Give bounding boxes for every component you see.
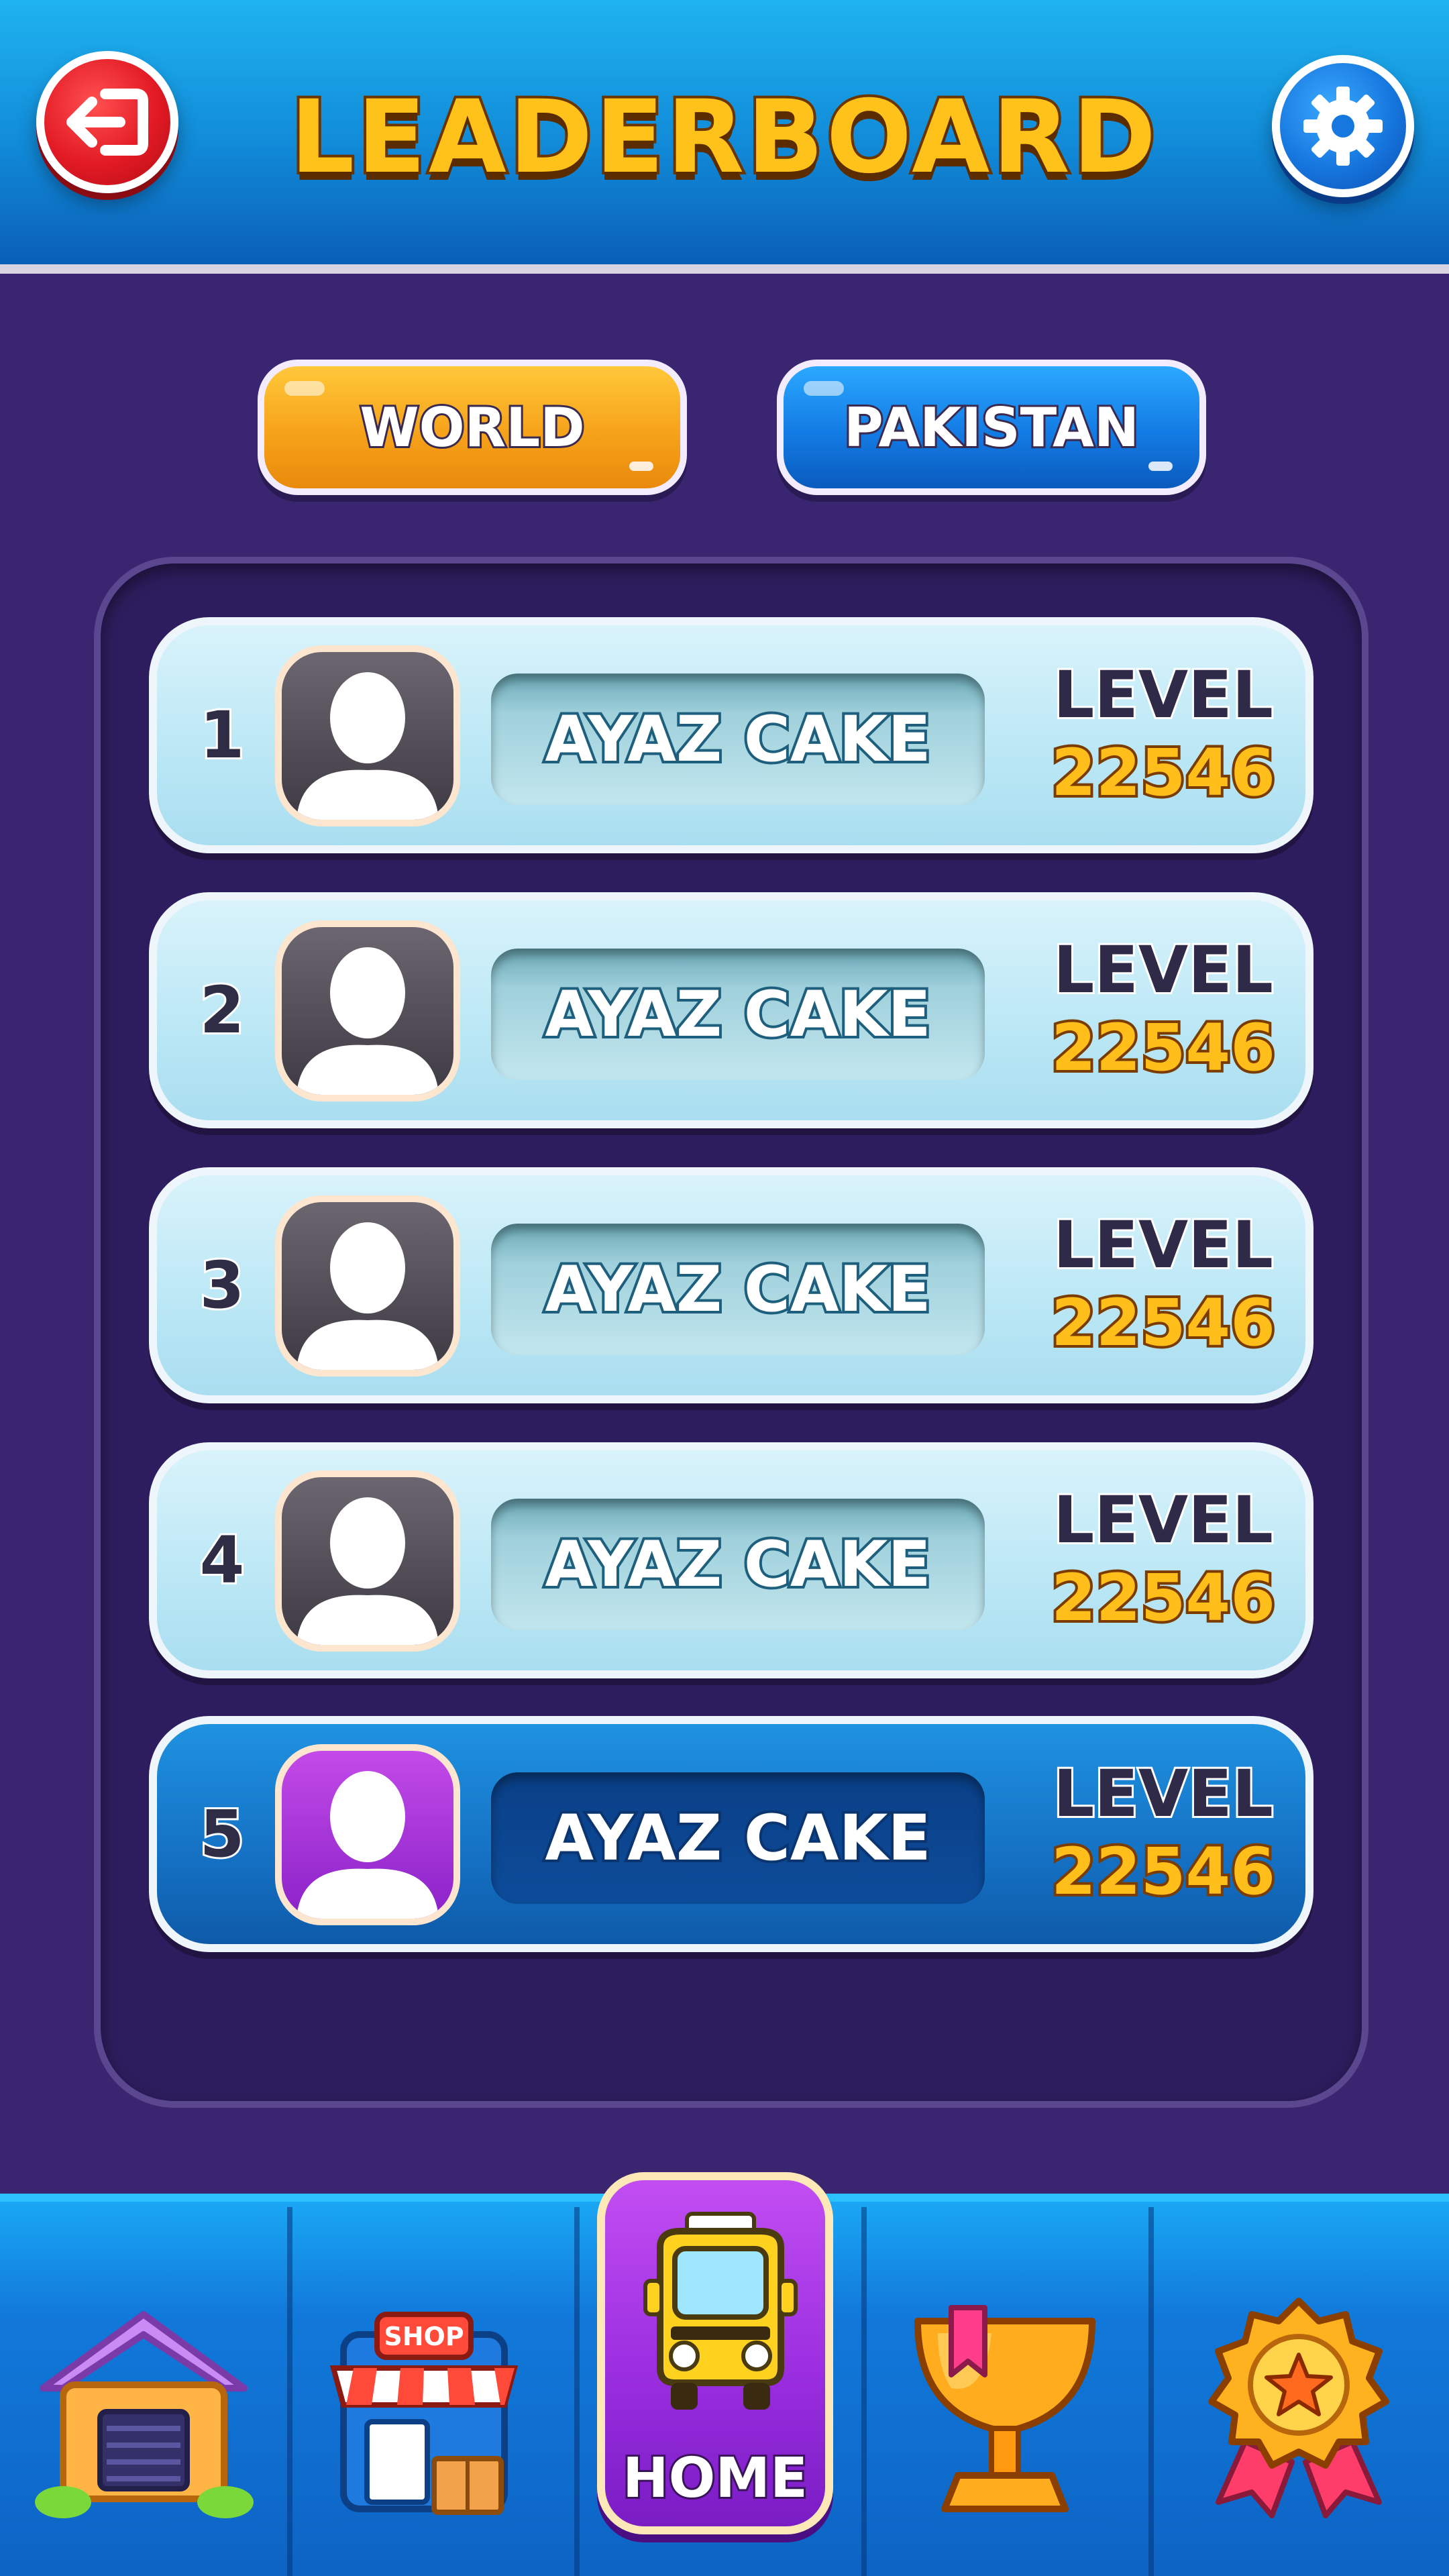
avatar	[275, 1470, 460, 1652]
shop-sign: SHOP	[384, 2322, 464, 2351]
trophy-icon	[914, 2305, 1095, 2512]
leaderboard-row[interactable]: 4 AYAZ CAKE LEVEL 22546	[149, 1442, 1313, 1678]
exit-icon	[66, 89, 148, 156]
avatar	[275, 645, 460, 826]
nav-divider	[574, 2207, 580, 2576]
player-name: AYAZ CAKE	[491, 1772, 985, 1904]
rank-number: 3	[198, 1246, 247, 1325]
player-name: AYAZ CAKE	[491, 1224, 985, 1355]
rank-number: 5	[198, 1794, 247, 1874]
nav-divider	[861, 2207, 867, 2576]
leaderboard-row[interactable]: 2 AYAZ CAKE LEVEL 22546	[149, 892, 1313, 1128]
player-name: AYAZ CAKE	[491, 674, 985, 805]
tab-world[interactable]: WORLD	[258, 360, 687, 495]
level-label: LEVEL	[1051, 1205, 1275, 1285]
page-title: LEADERBOARD	[288, 76, 1159, 199]
rank-number: 4	[198, 1521, 247, 1600]
level-label: LEVEL	[1051, 655, 1275, 735]
level-value: 22546	[1049, 733, 1278, 813]
taxi-icon	[643, 2212, 798, 2410]
player-name: AYAZ CAKE	[491, 949, 985, 1080]
house-icon	[35, 2311, 254, 2518]
level-value: 22546	[1049, 1008, 1278, 1088]
avatar	[275, 1195, 460, 1377]
shop-icon: SHOP	[329, 2312, 519, 2515]
user-silhouette-icon	[297, 672, 439, 820]
nav-trophy-button[interactable]	[871, 2261, 1139, 2556]
user-silhouette-icon	[297, 1497, 439, 1645]
level-value: 22546	[1049, 1831, 1278, 1912]
leaderboard-row[interactable]: 3 AYAZ CAKE LEVEL 22546	[149, 1167, 1313, 1403]
leaderboard-row[interactable]: 1 AYAZ CAKE LEVEL 22546	[149, 617, 1313, 853]
settings-button[interactable]	[1272, 55, 1414, 197]
level-value: 22546	[1049, 1283, 1278, 1363]
level-value: 22546	[1049, 1558, 1278, 1638]
tab-pakistan[interactable]: PAKISTAN	[777, 360, 1206, 495]
rank-number: 2	[198, 971, 247, 1050]
gear-icon	[1303, 87, 1383, 166]
rank-number: 1	[198, 696, 247, 775]
leaderboard-row-current-user[interactable]: 5 AYAZ CAKE LEVEL 22546	[149, 1716, 1313, 1952]
user-silhouette-icon	[297, 1771, 439, 1919]
nav-medal-button[interactable]	[1165, 2261, 1433, 2556]
avatar	[275, 920, 460, 1102]
nav-shop-button[interactable]: SHOP	[290, 2261, 558, 2556]
nav-house-button[interactable]	[9, 2261, 278, 2556]
tab-pakistan-label: PAKISTAN	[842, 394, 1141, 461]
nav-divider	[1148, 2207, 1154, 2576]
nav-home-button[interactable]: HOME	[597, 2172, 833, 2534]
tab-world-label: WORLD	[358, 394, 586, 461]
level-label: LEVEL	[1051, 1481, 1275, 1560]
home-label: HOME	[621, 2445, 810, 2512]
exit-button[interactable]	[36, 51, 178, 193]
level-label: LEVEL	[1051, 930, 1275, 1010]
avatar	[275, 1744, 460, 1925]
user-silhouette-icon	[297, 1222, 439, 1370]
user-silhouette-icon	[297, 947, 439, 1095]
player-name: AYAZ CAKE	[491, 1499, 985, 1630]
level-label: LEVEL	[1051, 1754, 1275, 1833]
medal-icon	[1208, 2298, 1389, 2518]
